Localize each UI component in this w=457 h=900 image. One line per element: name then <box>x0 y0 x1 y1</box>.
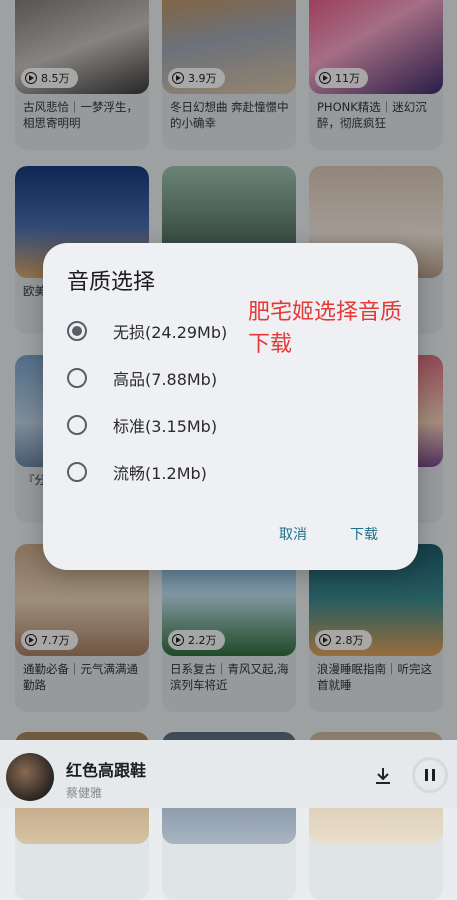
radio-button[interactable] <box>67 462 87 482</box>
pause-button[interactable] <box>412 757 448 793</box>
download-button[interactable]: 下载 <box>350 524 378 544</box>
song-title: 红色高跟鞋 <box>66 761 147 780</box>
pause-icon <box>425 769 428 781</box>
radio-button[interactable] <box>67 321 87 341</box>
dialog-title: 音质选择 <box>67 270 156 295</box>
option-label: 高品(7.88Mb) <box>113 370 218 389</box>
mini-player[interactable]: 红色高跟鞋 蔡健雅 <box>0 740 457 808</box>
cancel-button[interactable]: 取消 <box>279 524 307 544</box>
radio-button[interactable] <box>67 415 87 435</box>
download-icon[interactable] <box>372 765 394 787</box>
quality-option-smooth[interactable]: 流畅(1.2Mb) <box>67 458 207 486</box>
quality-option-high[interactable]: 高品(7.88Mb) <box>67 364 217 392</box>
quality-option-lossless[interactable]: 无损(24.29Mb) <box>67 317 227 345</box>
quality-option-standard[interactable]: 标准(3.15Mb) <box>67 411 217 439</box>
option-label: 无损(24.29Mb) <box>113 323 228 342</box>
option-label: 流畅(1.2Mb) <box>113 464 207 483</box>
album-cover[interactable] <box>6 753 54 801</box>
radio-button[interactable] <box>67 368 87 388</box>
artist-name: 蔡健雅 <box>66 786 103 800</box>
option-label: 标准(3.15Mb) <box>113 417 218 436</box>
annotation-text: 肥宅姬选择音质下载 <box>248 300 403 357</box>
quality-dialog: 音质选择 肥宅姬选择音质下载 无损(24.29Mb) 高品(7.88Mb) 标准… <box>43 243 418 570</box>
